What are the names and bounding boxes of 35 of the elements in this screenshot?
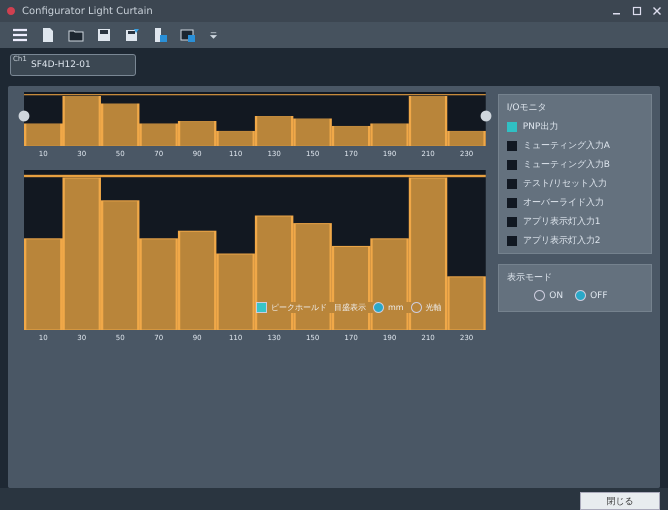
chart-bar — [332, 126, 370, 146]
scale-option-label: mm — [388, 303, 404, 312]
io-label: オーバーライド入力 — [522, 196, 604, 209]
save-as-icon[interactable] — [124, 27, 140, 43]
scale-option-label: 光軸 — [426, 302, 442, 313]
dropdown-icon[interactable] — [208, 30, 219, 40]
panel-title: I/Oモニタ — [506, 102, 548, 114]
io-label: アプリ表示灯入力1 — [522, 215, 600, 228]
device-name: SF4D-H12-01 — [31, 60, 91, 70]
io-label: PNP出力 — [522, 120, 558, 133]
io-label: テスト/リセット入力 — [522, 178, 607, 190]
peak-hold-checkbox[interactable] — [256, 302, 267, 313]
io-label: アプリ表示灯入力2 — [522, 234, 600, 247]
scale-radio[interactable] — [373, 302, 384, 313]
close-icon[interactable] — [652, 6, 662, 16]
close-button[interactable]: 閉じる — [580, 492, 660, 510]
left-handle-icon[interactable] — [18, 110, 30, 122]
document-icon[interactable] — [40, 27, 56, 43]
io-label: ミューティング入力B — [522, 158, 610, 171]
app-icon — [6, 6, 16, 16]
right-handle-icon[interactable] — [480, 110, 492, 122]
mode-label: OFF — [590, 290, 608, 300]
window-title: Configurator Light Curtain — [22, 6, 153, 16]
chart-bar — [294, 118, 332, 146]
peak-hold-label: ピークホールド — [271, 302, 327, 313]
save-icon[interactable] — [96, 27, 112, 43]
mode-radio[interactable] — [575, 290, 586, 301]
maximize-icon[interactable] — [632, 6, 642, 16]
io-label: ミューティング入力A — [522, 140, 610, 152]
panel-title: 表示モード — [506, 272, 553, 284]
mode-label: ON — [549, 290, 564, 300]
scale-label: 目盛表示 — [334, 302, 366, 313]
mode-radio[interactable] — [534, 290, 546, 301]
scale-radio[interactable] — [410, 302, 422, 313]
menu-icon[interactable] — [12, 27, 28, 43]
